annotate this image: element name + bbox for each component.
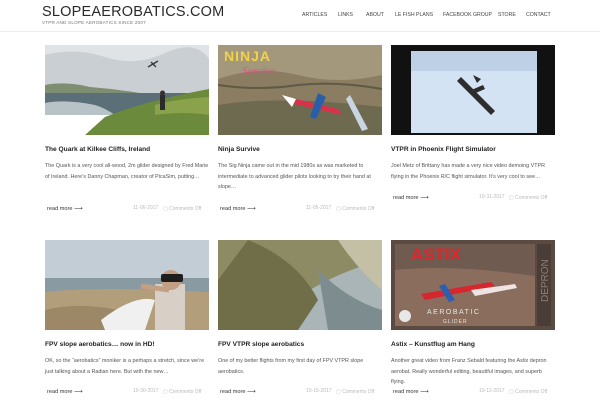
comment-icon: ▢ xyxy=(509,195,514,201)
post-excerpt: One of my better flights from my first d… xyxy=(218,358,364,375)
post-meta: read more ⟶ 11-06-2017 ▢ Comments Off xyxy=(45,205,209,225)
depron-label: DEPRON xyxy=(540,259,551,302)
nav-contact[interactable]: CONTACT xyxy=(526,12,551,18)
post-excerpt: Another great video from Franz Sebald fe… xyxy=(391,358,547,386)
post-meta: read more ⟶ 11-05-2017 ▢ Comments Off xyxy=(218,205,382,225)
ninja-title-overlay: NINJA Survive xyxy=(222,48,342,88)
read-more-link[interactable]: read more ⟶ xyxy=(393,388,429,395)
comment-icon: ▢ xyxy=(509,389,514,395)
ninja-logo-text: NINJA xyxy=(224,48,272,64)
header-divider xyxy=(0,31,600,32)
comments-link[interactable]: ▢ Comments Off xyxy=(336,205,384,215)
read-more-link[interactable]: read more ⟶ xyxy=(47,205,83,212)
post-meta: read more ⟶ 10-30-2017 ▢ Comments Off xyxy=(45,388,209,400)
post-date: 11-06-2017 xyxy=(133,205,159,211)
comments-link[interactable]: ▢ Comments Off xyxy=(509,388,557,398)
flight-sim-image xyxy=(391,45,555,135)
post-title[interactable]: VTPR in Phoenix Flight Simulator xyxy=(391,146,555,153)
astix-glider-image: ASTIX AEROBATIC GLIDER DEPRON xyxy=(391,240,555,330)
read-more-link[interactable]: read more ⟶ xyxy=(220,205,256,212)
read-more-link[interactable]: read more ⟶ xyxy=(220,388,256,395)
comment-icon: ▢ xyxy=(163,206,168,212)
arrow-right-icon: ⟶ xyxy=(74,389,83,395)
site-header: SLOPEAEROBATICS.COM VTPR AND SLOPE AEROB… xyxy=(0,0,600,32)
fpv-vtpr-image xyxy=(218,240,382,330)
post-thumbnail[interactable] xyxy=(45,45,209,135)
post-date: 10-15-2017 xyxy=(306,388,332,394)
astix-logo-text: ASTIX xyxy=(411,245,462,264)
arrow-right-icon: ⟶ xyxy=(420,195,429,201)
post-title[interactable]: Ninja Survive xyxy=(218,146,382,153)
survive-logo-text: Survive xyxy=(242,65,275,77)
nav-facebook-group[interactable]: FACEBOOK GROUP xyxy=(443,12,492,18)
arrow-right-icon: ⟶ xyxy=(420,389,429,395)
post-excerpt: Joel Metz of Brittany has made a very ni… xyxy=(391,163,546,180)
main-nav: ARTICLES LINKS ABOUT LE FISH PLANS FACEB… xyxy=(300,12,560,22)
post-excerpt: The Quark is a very cool all-wood, 2m gl… xyxy=(45,163,209,180)
post-date: 10-12-2017 xyxy=(479,388,505,394)
post-title[interactable]: Astix – Kunstflug am Hang xyxy=(391,341,555,348)
post-excerpt: OK, so the “aerobatics” moniker is a per… xyxy=(45,358,205,375)
post-meta: read more ⟶ 10-12-2017 ▢ Comments Off xyxy=(391,388,555,400)
post-meta: read more ⟶ 10-31-2017 ▢ Comments Off xyxy=(391,194,555,214)
nav-le-fish-plans[interactable]: LE FISH PLANS xyxy=(395,12,433,18)
post-date: 10-30-2017 xyxy=(133,388,159,394)
post-excerpt: The Sig Ninja came out in the mid 1980s … xyxy=(218,163,371,191)
post-thumbnail[interactable]: ASTIX AEROBATIC GLIDER DEPRON xyxy=(391,240,555,330)
comment-icon: ▢ xyxy=(336,206,341,212)
comments-link[interactable]: ▢ Comments Off xyxy=(163,205,211,215)
comment-icon: ▢ xyxy=(336,389,341,395)
post-date: 10-31-2017 xyxy=(479,194,505,200)
site-logo[interactable]: SLOPEAEROBATICS.COM xyxy=(42,4,224,20)
arrow-right-icon: ⟶ xyxy=(247,206,256,212)
nav-about[interactable]: ABOUT xyxy=(366,12,384,18)
comments-link[interactable]: ▢ Comments Off xyxy=(163,388,211,398)
nav-links[interactable]: LINKS xyxy=(338,12,353,18)
glider-label: GLIDER xyxy=(443,319,468,325)
aerobatic-label: AEROBATIC xyxy=(427,309,480,316)
cliff-glider-image xyxy=(45,45,209,135)
nav-articles[interactable]: ARTICLES xyxy=(302,12,327,18)
comments-link[interactable]: ▢ Comments Off xyxy=(336,388,384,398)
post-thumbnail[interactable] xyxy=(218,240,382,330)
read-more-link[interactable]: read more ⟶ xyxy=(393,194,429,201)
fpv-pilot-image xyxy=(45,240,209,330)
post-title[interactable]: FPV slope aerobatics… now in HD! xyxy=(45,341,209,348)
post-title[interactable]: The Quark at Kilkee Cliffs, Ireland xyxy=(45,146,209,153)
arrow-right-icon: ⟶ xyxy=(247,389,256,395)
post-thumbnail[interactable] xyxy=(391,45,555,135)
post-meta: read more ⟶ 10-15-2017 ▢ Comments Off xyxy=(218,388,382,400)
arrow-right-icon: ⟶ xyxy=(74,206,83,212)
post-date: 11-05-2017 xyxy=(306,205,332,211)
read-more-link[interactable]: read more ⟶ xyxy=(47,388,83,395)
nav-store[interactable]: STORE xyxy=(498,12,516,18)
post-thumbnail[interactable] xyxy=(45,240,209,330)
comment-icon: ▢ xyxy=(163,389,168,395)
site-tagline: VTPR AND SLOPE AEROBATICS SINCE 2007 xyxy=(42,20,146,25)
post-title[interactable]: FPV VTPR slope aerobatics xyxy=(218,341,382,348)
comments-link[interactable]: ▢ Comments Off xyxy=(509,194,557,204)
